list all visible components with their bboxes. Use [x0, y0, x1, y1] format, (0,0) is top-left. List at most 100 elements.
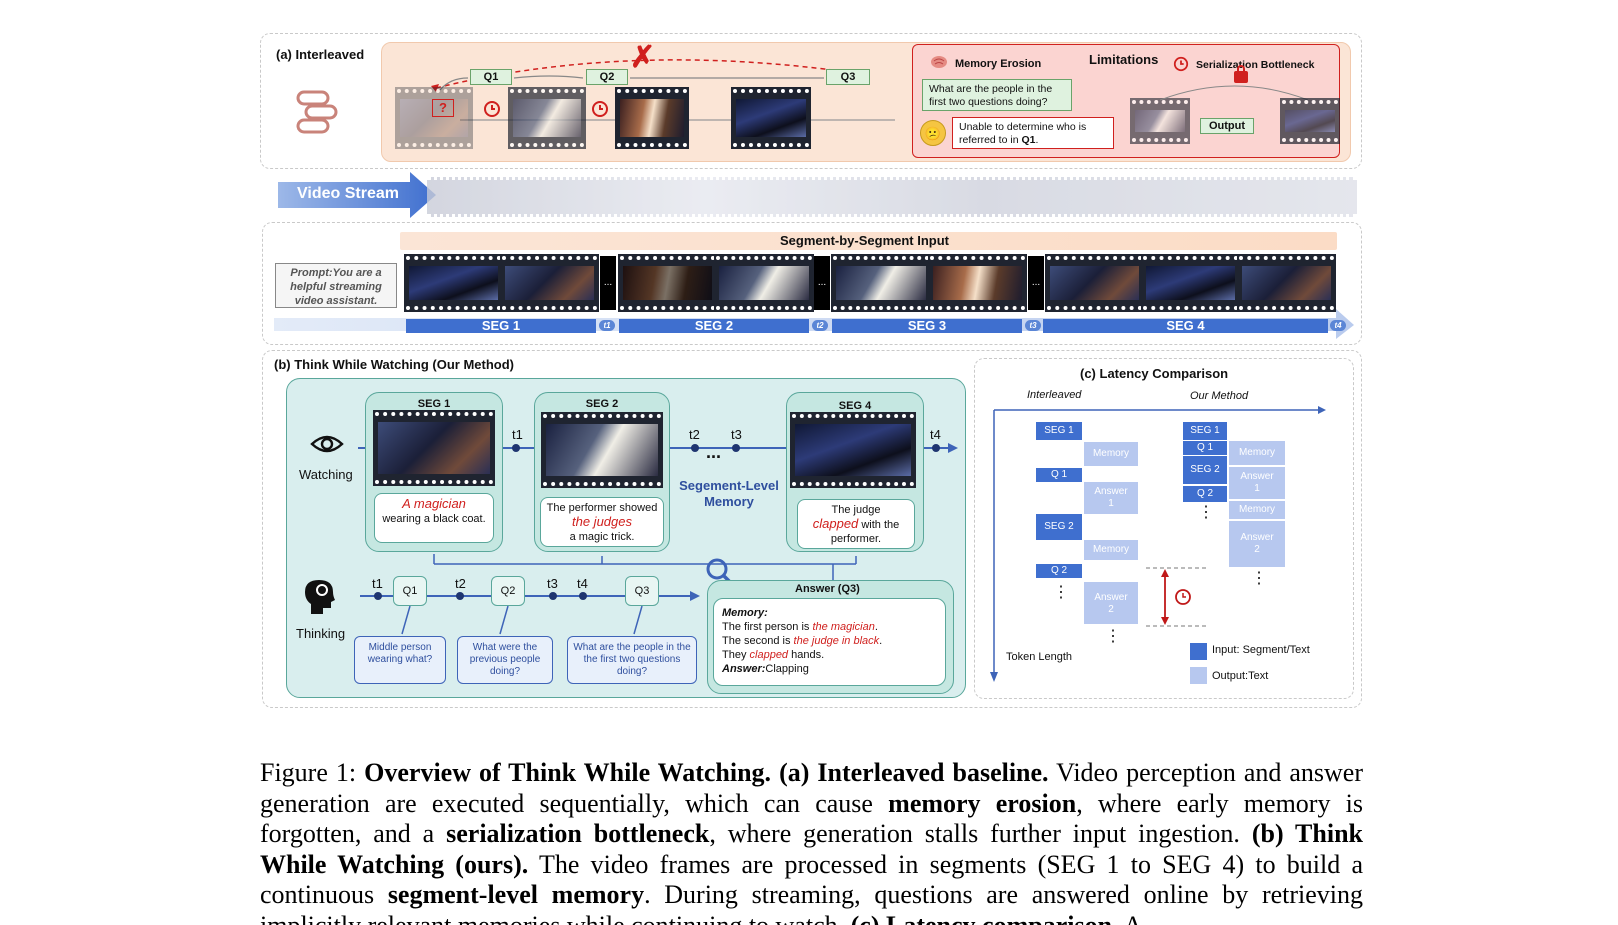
question-1: Middle person wearing what? [354, 636, 446, 684]
caption-segment-memory: segment-level memory [387, 880, 645, 909]
seg1-frame [373, 410, 495, 486]
frame-lim2 [1280, 98, 1340, 144]
seg-t-tag-2: t2 [812, 320, 828, 331]
left-seg1: SEG 1 [1036, 422, 1082, 440]
seg4-card-title: SEG 4 [838, 400, 872, 412]
token-length-label: Token Length [1006, 651, 1073, 663]
seg2-caption: The performer showed the judges a magic … [540, 497, 664, 547]
clock-icon [484, 101, 500, 117]
left-seg2: SEG 2 [1036, 514, 1082, 540]
right-answer-2: Answer 2 [1229, 521, 1285, 567]
seg-frame [928, 254, 1027, 312]
right-answer-1: Answer 1 [1229, 467, 1285, 499]
seg-frame [1045, 254, 1144, 312]
answer-title: Answer (Q3) [795, 583, 860, 595]
seg2-frame [541, 412, 663, 488]
seg-ellipsis: ... [814, 256, 830, 310]
caption-text-6: A [1118, 910, 1143, 925]
seg1-caption-red: A magician [402, 496, 466, 511]
seg2-caption-a: The performer showed [546, 502, 658, 514]
memory-label: Segement-Level Memory [679, 478, 779, 509]
watch-dots: ... [706, 442, 722, 462]
head-thinking-icon [305, 580, 335, 614]
question-3: What are the people in the the first two… [567, 636, 697, 684]
video-stream-label: Video Stream [297, 185, 399, 202]
question-2: What were the previous people doing? [457, 636, 553, 684]
answer-memory-label: Memory: [722, 607, 768, 619]
seg-frame [1141, 254, 1240, 312]
seg-t-tag-3: t3 [1025, 320, 1041, 331]
seg1-caption: A magician wearing a black coat. [374, 493, 494, 543]
think-t3: t3 [547, 576, 558, 591]
legend-input-swatch [1190, 643, 1207, 660]
seg-bar-3: SEG 3 [832, 319, 1022, 333]
watch-t3: t3 [731, 427, 742, 442]
legend-input-label: Input: Segment/Text [1212, 644, 1310, 656]
seg-bar-2: SEG 2 [619, 319, 809, 333]
right-seg1: SEG 1 [1183, 422, 1227, 440]
frame-a3 [615, 87, 689, 149]
left-vdots-2: ⋮ [1105, 628, 1121, 645]
frame-lim1 [1130, 98, 1190, 144]
left-q1: Q 1 [1036, 468, 1082, 482]
think-t2: t2 [455, 576, 466, 591]
watch-t1: t1 [512, 427, 523, 442]
prompt-box: Prompt:You are a helpful streaming video… [275, 263, 397, 308]
seg-bar-4: SEG 4 [1043, 319, 1328, 333]
left-vdots-1: ⋮ [1053, 584, 1069, 601]
caption-serialization: serialization bottleneck [446, 819, 710, 848]
question-arrows [401, 606, 643, 635]
seg-t-tag-4: t4 [1330, 320, 1346, 331]
answer-line2-b: . [879, 635, 883, 647]
answer-content: Memory: The first person is the magician… [713, 598, 946, 686]
legend-output-label: Output:Text [1212, 670, 1269, 682]
lim-arc [1160, 85, 1309, 101]
answer-bubble: Unable to determine who is referred to i… [952, 117, 1114, 149]
frame-a2 [508, 87, 586, 149]
watch-t4: t4 [930, 427, 941, 442]
limitations-title: Limitations [1089, 52, 1159, 67]
q2-node: Q2 [491, 576, 525, 606]
seg-frame [831, 254, 931, 312]
think-t4: t4 [577, 576, 588, 591]
seg2-card-title: SEG 2 [585, 398, 619, 410]
seg1-card-title: SEG 1 [417, 398, 451, 410]
seg-ellipsis: ... [1028, 256, 1044, 310]
seg1-caption-rest: wearing a black coat. [382, 513, 486, 525]
answer-line2-a: The second is [722, 635, 794, 647]
answer-text-q: Q1 [1021, 134, 1036, 146]
legend-output-swatch [1190, 667, 1207, 684]
watch-t2: t2 [689, 427, 700, 442]
caption-part-a: (a) Interleaved baseline. [779, 758, 1049, 787]
right-vdots-1: ⋮ [1198, 504, 1214, 521]
left-answer-2: Answer 2 [1084, 582, 1138, 624]
seg-frame [714, 254, 814, 312]
answer-line3-b: hands. [788, 649, 825, 661]
lock-shackle [1237, 65, 1245, 73]
seg-frame [618, 254, 717, 312]
answer-line1-a: The first person is [722, 621, 813, 633]
question-bubble: What are the people in the first two que… [922, 79, 1072, 111]
seg-bar-1: SEG 1 [406, 319, 596, 333]
think-t1: t1 [372, 576, 383, 591]
thinking-label: Thinking [296, 626, 346, 641]
panel-b-title: (b) Think While Watching (Our Method) [274, 357, 514, 372]
confused-face-icon: 😕 [920, 120, 946, 146]
seg-ellipsis: ... [600, 256, 616, 310]
seg4-caption-red: clapped [812, 516, 859, 531]
clock-icon [1173, 56, 1189, 72]
col-ours: Our Method [1190, 390, 1249, 402]
seg2-caption-b: a magic trick. [569, 531, 635, 543]
seg-t-tag-1: t1 [599, 320, 615, 331]
memory-erosion-label: Memory Erosion [955, 58, 1042, 70]
caption-part-c: (c) Latency comparison. [850, 910, 1119, 925]
right-q1: Q 1 [1183, 441, 1227, 455]
loop-icon [296, 90, 338, 134]
seg-frame [500, 254, 599, 312]
answer-final-value: Clapping [765, 663, 809, 675]
answer-line3-a: They [722, 649, 750, 661]
watching-label: Watching [299, 467, 353, 482]
col-interleaved: Interleaved [1027, 389, 1082, 401]
left-q2: Q 2 [1036, 564, 1082, 578]
left-answer-1: Answer 1 [1084, 482, 1138, 514]
